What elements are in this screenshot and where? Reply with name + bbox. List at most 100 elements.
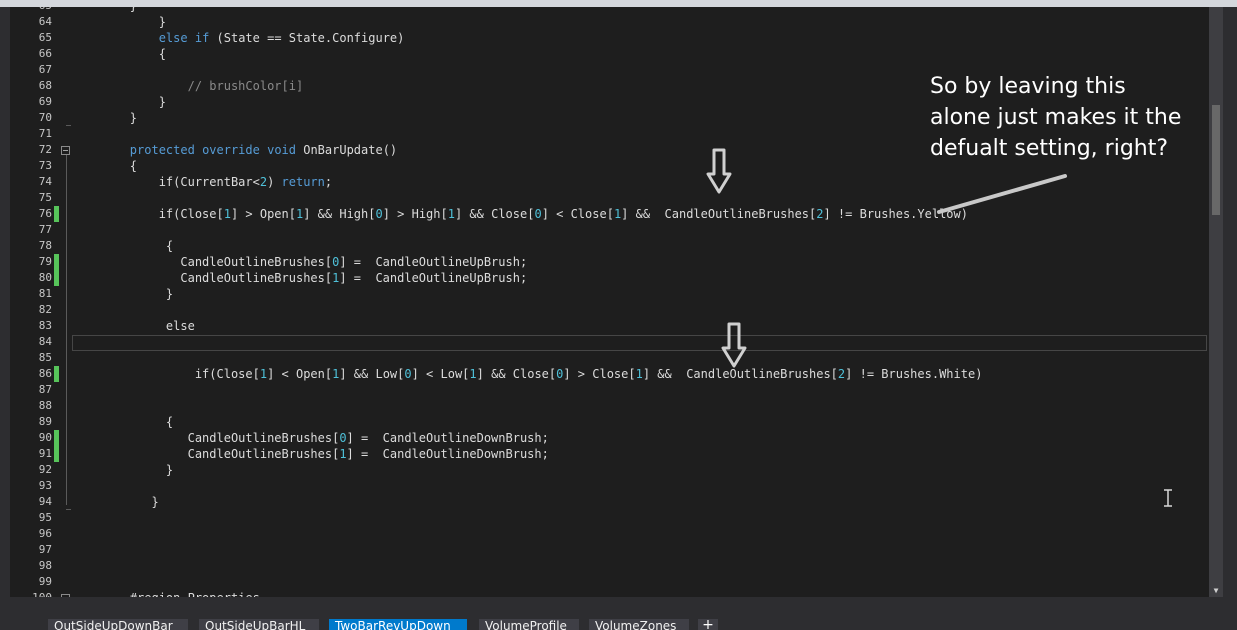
code-token: } xyxy=(72,111,138,125)
line-number: 65 xyxy=(38,31,52,44)
line-number: 80 xyxy=(38,271,52,284)
code-line[interactable]: else if (State == State.Configure) xyxy=(72,30,405,46)
code-token: ] && CandleOutlineBrushes[ xyxy=(621,207,817,221)
line-number: 87 xyxy=(38,383,52,396)
code-line[interactable]: { xyxy=(72,46,166,62)
fold-guide-end xyxy=(66,509,71,510)
code-line[interactable]: } xyxy=(72,14,166,30)
keyword-token: void xyxy=(267,143,296,157)
line-number: 82 xyxy=(38,303,52,316)
code-line[interactable]: CandleOutlineBrushes[1] = CandleOutlineD… xyxy=(72,446,549,462)
line-number: 71 xyxy=(38,127,52,140)
line-number: 83 xyxy=(38,319,52,332)
down-arrow-icon xyxy=(721,322,747,368)
code-line[interactable]: if(CurrentBar<2) return; xyxy=(72,174,332,190)
code-line[interactable]: } xyxy=(72,462,173,478)
fold-toggle-icon[interactable] xyxy=(61,146,70,155)
line-number: 67 xyxy=(38,63,52,76)
vertical-scrollbar[interactable]: ▼ xyxy=(1209,7,1223,597)
code-token: { xyxy=(72,415,174,429)
code-line[interactable]: } xyxy=(72,110,137,126)
code-token: ] < Open[ xyxy=(267,367,333,381)
code-token: ] > Open[ xyxy=(230,207,296,221)
fold-guide-end xyxy=(66,125,71,126)
code-token: ] < Low[ xyxy=(411,367,470,381)
keyword-token: if xyxy=(194,31,210,45)
code-token: CandleOutlineBrushes[ xyxy=(72,431,340,445)
code-token: ] && High[ xyxy=(303,207,376,221)
code-token: ; xyxy=(324,175,333,189)
code-line[interactable]: CandleOutlineBrushes[0] = CandleOutlineD… xyxy=(72,430,549,446)
code-editor[interactable]: 6564656667686970717273747576777879808182… xyxy=(10,7,1209,597)
code-token: } xyxy=(72,287,174,301)
text-cursor-icon xyxy=(1164,489,1172,507)
code-line[interactable]: { xyxy=(72,238,173,254)
code-line[interactable]: } xyxy=(72,7,137,14)
line-number: 88 xyxy=(38,399,52,412)
code-token: { xyxy=(72,159,138,173)
code-line[interactable]: // brushColor[i] xyxy=(72,78,304,94)
change-marker xyxy=(54,254,59,270)
code-line[interactable]: else xyxy=(72,318,195,334)
keyword-token: override xyxy=(202,143,260,157)
number-token: 2 xyxy=(259,175,268,189)
comment-token: // brushColor[i] xyxy=(187,79,304,93)
code-line[interactable]: #region Properties xyxy=(72,590,260,597)
change-marker xyxy=(54,270,59,286)
code-line[interactable]: { xyxy=(72,414,173,430)
number-token: 0 xyxy=(339,431,347,445)
code-token: ) xyxy=(267,175,282,189)
line-number: 65 xyxy=(10,7,52,14)
document-tab[interactable]: OutSideUpBarHL xyxy=(199,619,319,630)
code-token: ] > Close[ xyxy=(563,367,636,381)
scroll-down-icon[interactable]: ▼ xyxy=(1211,587,1221,595)
code-token: ] > High[ xyxy=(382,207,448,221)
code-line[interactable]: { xyxy=(72,158,137,174)
line-number: 72 xyxy=(38,143,52,156)
change-marker xyxy=(54,206,59,222)
code-token: } xyxy=(72,15,166,29)
code-token: (State == State.Configure) xyxy=(209,31,405,45)
code-line[interactable]: } xyxy=(72,494,158,510)
left-frame xyxy=(0,7,10,600)
code-token: ] && CandleOutlineBrushes[ xyxy=(642,367,838,381)
fold-guide xyxy=(66,155,67,505)
code-line[interactable]: } xyxy=(72,94,166,110)
line-number: 90 xyxy=(38,431,52,444)
line-number: 78 xyxy=(38,239,52,252)
line-number: 74 xyxy=(38,175,52,188)
line-number: 77 xyxy=(38,223,52,236)
code-token: ] && Close[ xyxy=(454,207,535,221)
annotation-note: So by leaving this alone just makes it t… xyxy=(930,74,1182,161)
scrollbar-thumb[interactable] xyxy=(1212,105,1220,215)
line-number: 98 xyxy=(38,559,52,572)
code-token: { xyxy=(72,239,174,253)
code-line[interactable]: } xyxy=(72,286,173,302)
line-number: 73 xyxy=(38,159,52,172)
add-tab-button[interactable]: + xyxy=(698,618,718,630)
code-token: } xyxy=(72,463,174,477)
line-number: 81 xyxy=(38,287,52,300)
number-token: 1 xyxy=(339,447,347,461)
document-tab[interactable]: VolumeProfile xyxy=(479,619,579,630)
number-token: 1 xyxy=(469,367,477,381)
code-token: ] = CandleOutlineDownBrush; xyxy=(346,431,549,445)
code-line[interactable]: if(Close[1] < Open[1] && Low[0] < Low[1]… xyxy=(72,366,983,382)
document-tab[interactable]: OutSideUpDownBar xyxy=(48,619,188,630)
code-token: CandleOutlineBrushes[ xyxy=(72,271,333,285)
code-line[interactable]: CandleOutlineBrushes[1] = CandleOutlineU… xyxy=(72,270,527,286)
document-tab[interactable]: TwoBarRevUpDown xyxy=(329,619,467,630)
document-tab[interactable]: VolumeZones xyxy=(589,619,689,630)
code-line[interactable]: if(Close[1] > Open[1] && High[0] > High[… xyxy=(72,206,968,222)
line-number: 68 xyxy=(38,79,52,92)
code-token: if(Close[ xyxy=(72,207,224,221)
code-line[interactable]: protected override void OnBarUpdate() xyxy=(72,142,397,158)
line-number: 69 xyxy=(38,95,52,108)
code-line[interactable]: CandleOutlineBrushes[0] = CandleOutlineU… xyxy=(72,254,527,270)
annotation-pointer-line xyxy=(937,174,1067,214)
code-token: CandleOutlineBrushes[ xyxy=(72,447,340,461)
